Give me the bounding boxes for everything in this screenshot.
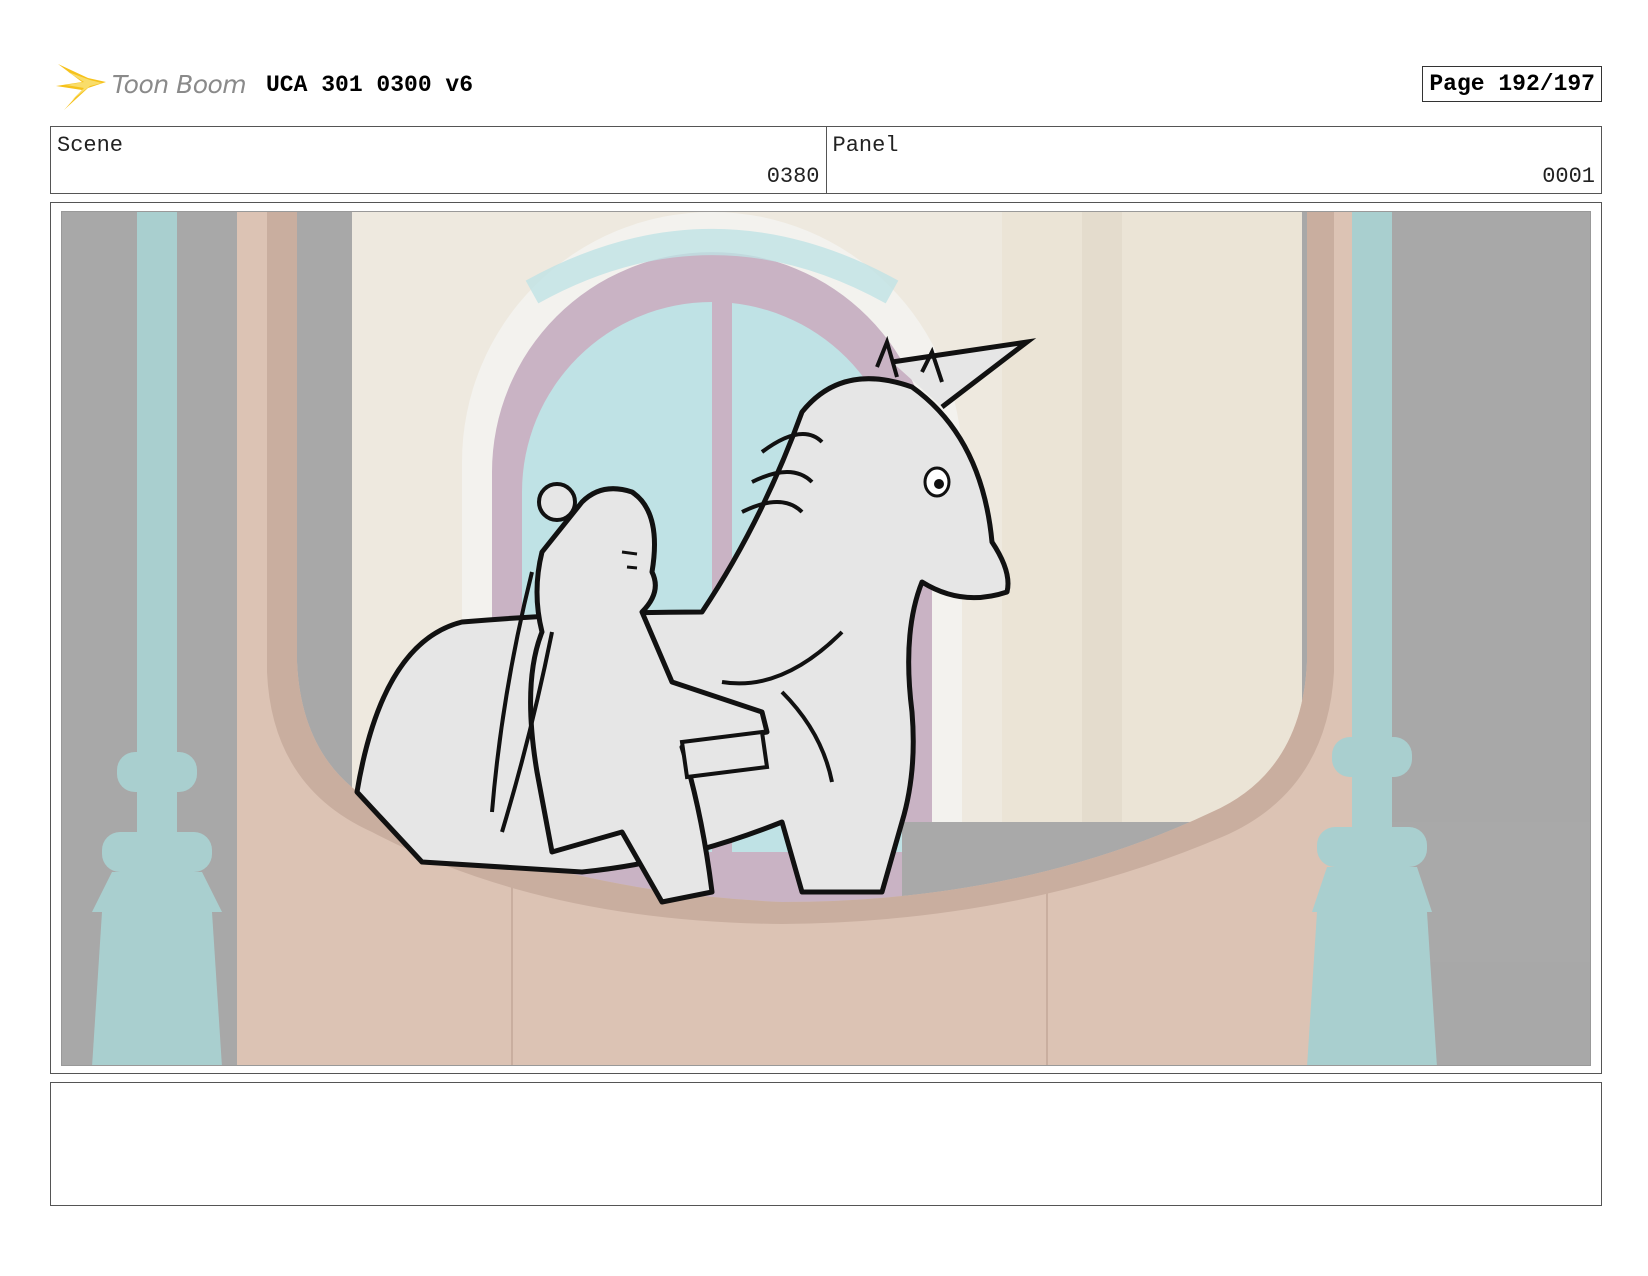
scene-value: 0380 (767, 164, 820, 189)
scene-label: Scene (57, 133, 123, 158)
page-header: Toon Boom UCA 301 0300 v6 Page 192/197 (50, 58, 1602, 114)
panel-value: 0001 (1542, 164, 1595, 189)
logo-text: Toon Boom (112, 70, 246, 99)
page-number: Page 192/197 (1422, 66, 1602, 102)
panel-notes-box (50, 1082, 1602, 1206)
panel-label: Panel (833, 133, 899, 158)
scene-illustration (62, 212, 1591, 1066)
burst-icon (54, 60, 114, 112)
panel-drawing (61, 211, 1591, 1066)
toon-boom-logo: Toon Boom (54, 60, 254, 112)
scene-cell: Scene 0380 (51, 127, 826, 193)
document-title: UCA 301 0300 v6 (266, 72, 473, 98)
panel-cell: Panel 0001 (826, 127, 1602, 193)
storyboard-panel (50, 202, 1602, 1074)
scene-panel-info: Scene 0380 Panel 0001 (50, 126, 1602, 194)
